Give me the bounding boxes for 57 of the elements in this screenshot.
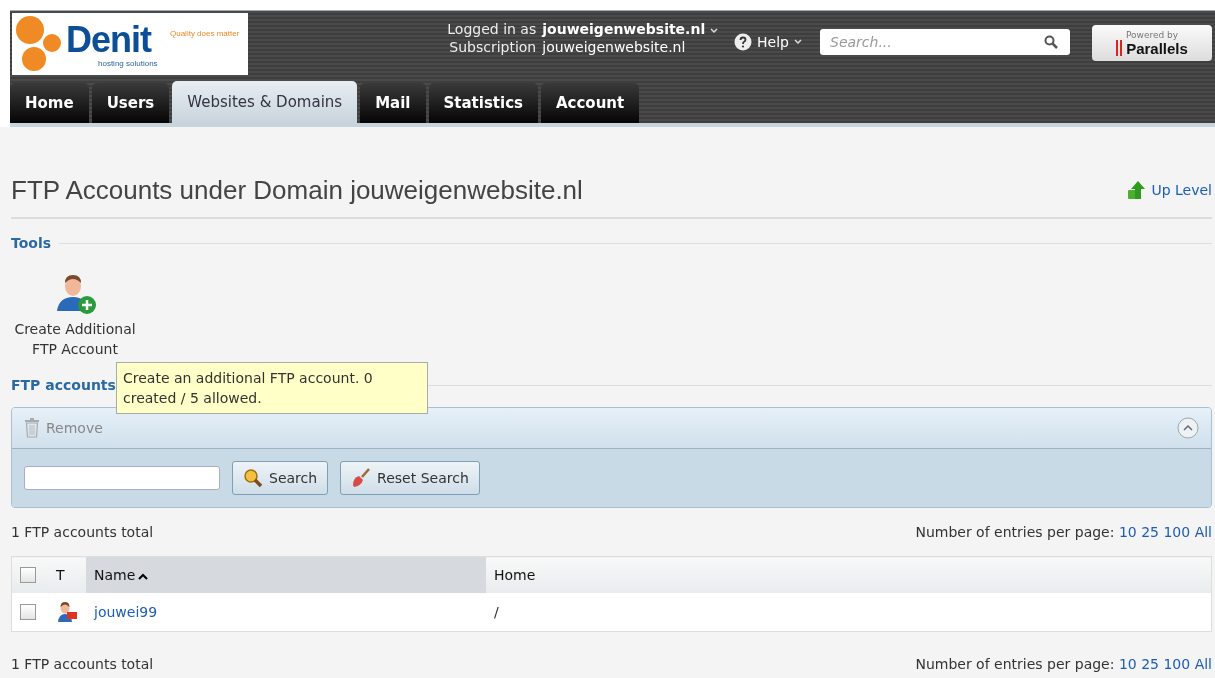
nav-tab[interactable]: Users: [91, 83, 170, 123]
caret-icon: [794, 39, 802, 45]
caret-icon: [710, 28, 719, 34]
per-page-link[interactable]: 25: [1141, 524, 1159, 540]
per-page-link[interactable]: 10: [1118, 656, 1137, 672]
nav-tab[interactable]: Statistics: [428, 83, 538, 123]
column-header[interactable]: Name: [86, 556, 486, 593]
up-level-link[interactable]: Up Level: [1127, 180, 1212, 200]
section-heading: Tools: [11, 235, 52, 251]
account-menu[interactable]: jouweigenwebsite.nl: [542, 21, 719, 37]
checkbox[interactable]: [20, 604, 36, 620]
search-icon: [243, 468, 263, 488]
per-page-link[interactable]: All: [1194, 524, 1212, 540]
search-button[interactable]: Search: [232, 461, 329, 495]
nav-tab[interactable]: Websites & Domains: [172, 81, 358, 123]
subscription-value: jouweigenwebsite.nl: [542, 39, 687, 55]
per-page-link[interactable]: 100: [1163, 656, 1191, 672]
total-count: 1 FTP accounts total: [11, 524, 154, 540]
search-input[interactable]: [24, 466, 220, 490]
per-page-link[interactable]: 100: [1163, 524, 1191, 540]
collapse-icon[interactable]: [1177, 417, 1199, 439]
checkbox[interactable]: [20, 567, 36, 583]
section-heading: FTP accounts: [11, 377, 116, 393]
nav-tab[interactable]: Account: [540, 83, 640, 123]
nav-tab[interactable]: Home: [10, 83, 89, 123]
logo-subtitle: hosting solutions: [98, 59, 158, 68]
column-header[interactable]: Home: [486, 556, 1212, 593]
trash-icon: [24, 418, 40, 438]
per-page-selector: Number of entries per page: 10 25 100 All: [915, 656, 1212, 672]
broom-icon: [351, 468, 372, 488]
powered-by-label: Powered by: [1125, 29, 1179, 40]
home-cell: /: [494, 604, 499, 620]
logo-name: Denit: [66, 19, 151, 61]
create-ftp-account-button[interactable]: Create Additional FTP Account: [5, 273, 145, 359]
per-page-link[interactable]: 25: [1141, 656, 1159, 672]
account-link[interactable]: jouwei99: [94, 604, 158, 620]
per-page-selector: Number of entries per page: 10 25 100 All: [915, 524, 1212, 540]
ftp-user-icon: [56, 601, 78, 623]
search-field[interactable]: Search...: [820, 29, 1070, 55]
subscription-label: Subscription: [448, 39, 537, 55]
bars-icon: [1116, 40, 1124, 56]
brand-name: Parallels: [1126, 39, 1188, 57]
reset-search-button[interactable]: Reset Search: [340, 461, 480, 495]
per-page-link[interactable]: All: [1194, 656, 1212, 672]
sort-icon: [138, 573, 149, 580]
login-label: Logged in as: [447, 21, 537, 37]
up-arrow-icon: [1127, 180, 1148, 200]
search-icon: [1044, 35, 1058, 49]
logo-tagline: Quality does matter: [170, 29, 240, 38]
page-title: FTP Accounts under Domain jouweigenwebsite.nl: [11, 174, 583, 206]
tooltip: Create an additional FTP account. 0 created / 5 allowed.: [116, 362, 428, 414]
column-header[interactable]: T: [48, 556, 86, 593]
nav-tab[interactable]: Mail: [360, 83, 426, 123]
total-count: 1 FTP accounts total: [11, 656, 154, 672]
per-page-link[interactable]: 10: [1118, 524, 1137, 540]
help-menu[interactable]: Help: [734, 33, 802, 51]
help-icon: [734, 33, 753, 51]
